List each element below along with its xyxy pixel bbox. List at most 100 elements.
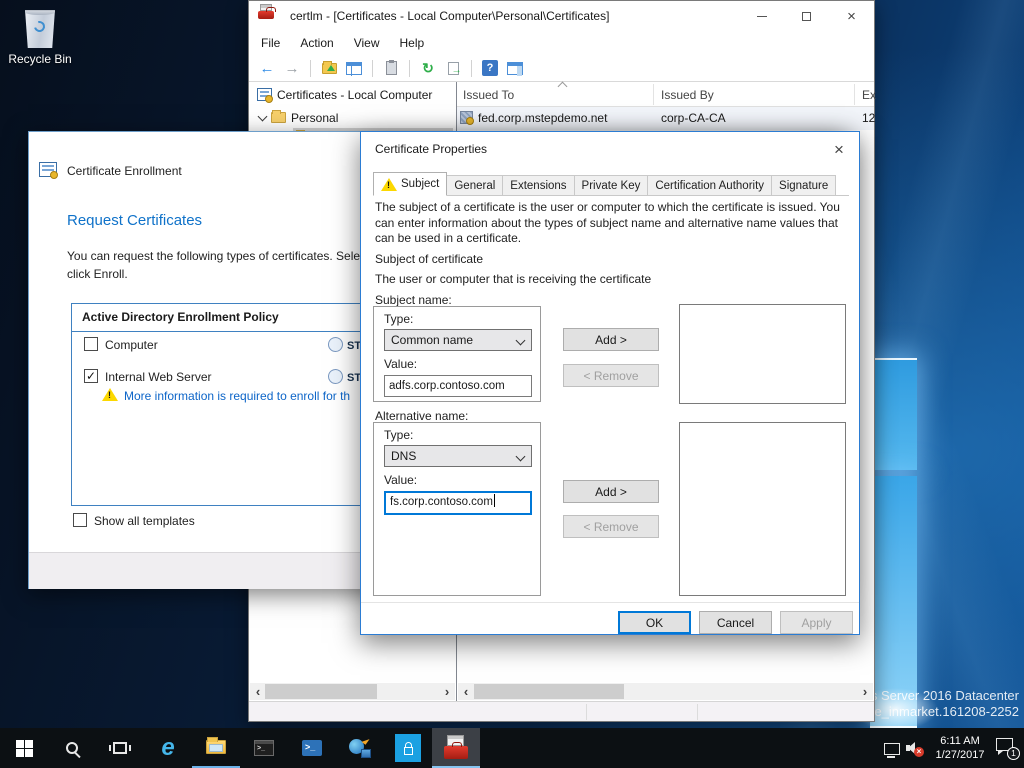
web-server-status: ST xyxy=(347,372,361,384)
show-all-templates-checkbox[interactable] xyxy=(73,513,87,527)
scroll-left-icon[interactable]: ‹ xyxy=(250,684,266,699)
taskbar: e × 6:11 AM 1/27/2017 xyxy=(0,728,1024,768)
refresh-button[interactable]: ↻ xyxy=(418,58,438,78)
ok-button[interactable]: OK xyxy=(618,611,691,634)
mmc-titlebar[interactable]: certlm - [Certificates - Local Computer\… xyxy=(249,1,874,31)
azure-ad-connect-button[interactable] xyxy=(384,728,432,768)
scroll-right-icon[interactable]: › xyxy=(439,684,455,699)
network-tool-icon xyxy=(349,738,371,758)
search-button[interactable] xyxy=(48,728,96,768)
policy-header: Active Directory Enrollment Policy xyxy=(82,310,279,324)
alt-type-combobox[interactable]: DNS xyxy=(384,445,532,467)
internal-web-server-checkbox[interactable] xyxy=(84,369,98,383)
mmc-maximize-button[interactable] xyxy=(784,2,829,31)
dialog-close-button[interactable]: × xyxy=(819,135,859,164)
taskbar-clock[interactable]: 6:11 AM 1/27/2017 xyxy=(930,734,990,762)
tab-private-key[interactable]: Private Key xyxy=(575,175,649,196)
apply-button[interactable]: Apply xyxy=(780,611,853,634)
back-button[interactable]: ← xyxy=(257,58,277,78)
help-button[interactable]: ? xyxy=(480,58,500,78)
info-icon[interactable] xyxy=(327,336,344,353)
powershell-button[interactable] xyxy=(288,728,336,768)
menu-help[interactable]: Help xyxy=(400,36,425,50)
action-center-button[interactable]: 1 xyxy=(996,738,1018,758)
minimize-icon xyxy=(757,16,767,17)
computer-checkbox[interactable] xyxy=(84,337,98,351)
tab-general[interactable]: General xyxy=(447,175,503,196)
clock-date: 1/27/2017 xyxy=(930,748,990,762)
column-expiration[interactable]: Ex xyxy=(862,88,876,102)
recycle-bin-shortcut[interactable]: Recycle Bin xyxy=(8,6,72,66)
more-information-link[interactable]: More information is required to enroll f… xyxy=(124,389,350,403)
tree-item-personal[interactable]: Personal xyxy=(259,108,338,127)
scroll-right-icon[interactable]: › xyxy=(857,684,873,699)
alt-remove-button[interactable]: < Remove xyxy=(563,515,659,538)
list-scrollbar-thumb[interactable] xyxy=(474,684,624,699)
internal-web-server-label[interactable]: Internal Web Server xyxy=(105,370,212,384)
start-button[interactable] xyxy=(0,728,48,768)
dialog-separator xyxy=(361,602,859,603)
subject-remove-button[interactable]: < Remove xyxy=(563,364,659,387)
file-explorer-button[interactable] xyxy=(192,728,240,768)
tab-subject-label: Subject xyxy=(401,178,439,190)
alternative-name-label: Alternative name: xyxy=(375,409,468,423)
subject-add-button[interactable]: Add > xyxy=(563,328,659,351)
volume-muted-icon[interactable]: × xyxy=(906,740,924,756)
tab-certification-authority[interactable]: Certification Authority xyxy=(648,175,772,196)
action-pane-toggle-button[interactable] xyxy=(505,58,525,78)
menu-action[interactable]: Action xyxy=(300,36,333,50)
wallpaper-window-pane xyxy=(870,358,917,470)
alt-value-input[interactable]: fs.corp.contoso.com xyxy=(384,491,532,515)
watermark-line2: ease_inmarket.161208-2252 xyxy=(853,704,1019,720)
tab-signature[interactable]: Signature xyxy=(772,175,836,196)
task-view-button[interactable] xyxy=(96,728,144,768)
network-tool-button[interactable] xyxy=(336,728,384,768)
back-icon: ← xyxy=(260,60,275,77)
apply-label: Apply xyxy=(801,616,831,630)
tree-horizontal-scrollbar[interactable]: ‹ › xyxy=(250,683,455,700)
tree-item-root[interactable]: Certificates - Local Computer xyxy=(257,85,432,104)
folder-up-icon xyxy=(322,63,337,74)
forward-button[interactable]: → xyxy=(282,58,302,78)
scroll-left-icon[interactable]: ‹ xyxy=(458,684,474,699)
subject-value-input[interactable]: adfs.corp.contoso.com xyxy=(384,375,532,397)
show-all-templates-label[interactable]: Show all templates xyxy=(94,514,195,528)
mmc-close-button[interactable]: × xyxy=(829,2,874,31)
enrollment-window-title: Certificate Enrollment xyxy=(67,164,182,178)
column-issued-to[interactable]: Issued To xyxy=(463,88,514,102)
chevron-down-icon[interactable] xyxy=(258,111,268,121)
alternative-name-listbox[interactable] xyxy=(679,422,846,596)
computer-label[interactable]: Computer xyxy=(105,338,158,352)
menu-view[interactable]: View xyxy=(354,36,380,50)
menu-file[interactable]: File xyxy=(261,36,280,50)
export-list-button[interactable]: → xyxy=(443,58,463,78)
mmc-minimize-button[interactable] xyxy=(739,2,784,31)
console-tree-toggle-button[interactable] xyxy=(344,58,364,78)
dialog-titlebar[interactable]: Certificate Properties × xyxy=(361,132,859,166)
mmc-taskbar-button[interactable] xyxy=(432,728,480,768)
command-prompt-button[interactable] xyxy=(240,728,288,768)
column-divider[interactable] xyxy=(854,84,855,105)
maximize-icon xyxy=(802,12,811,21)
tab-extensions[interactable]: Extensions xyxy=(503,175,574,196)
powershell-icon xyxy=(302,740,322,756)
column-issued-by[interactable]: Issued By xyxy=(661,88,714,102)
clock-time: 6:11 AM xyxy=(930,734,990,748)
column-divider[interactable] xyxy=(653,84,654,105)
request-certificates-heading: Request Certificates xyxy=(67,212,202,229)
info-icon[interactable] xyxy=(327,368,344,385)
alt-add-button[interactable]: Add > xyxy=(563,480,659,503)
subject-name-listbox[interactable] xyxy=(679,304,846,404)
certificate-row[interactable]: fed.corp.mstepdemo.net corp-CA-CA 12 xyxy=(457,107,874,130)
tab-subject[interactable]: Subject xyxy=(373,172,447,196)
subject-type-combobox[interactable]: Common name xyxy=(384,329,532,351)
folder-icon xyxy=(271,112,286,123)
cancel-button[interactable]: Cancel xyxy=(699,611,772,634)
list-horizontal-scrollbar[interactable]: ‹ › xyxy=(458,683,873,700)
properties-button[interactable] xyxy=(381,58,401,78)
internet-explorer-button[interactable]: e xyxy=(144,728,192,768)
network-status-icon[interactable] xyxy=(884,743,900,755)
toolbar-separator xyxy=(471,60,472,77)
tree-scrollbar-thumb[interactable] xyxy=(265,684,377,699)
up-one-level-button[interactable] xyxy=(319,58,339,78)
